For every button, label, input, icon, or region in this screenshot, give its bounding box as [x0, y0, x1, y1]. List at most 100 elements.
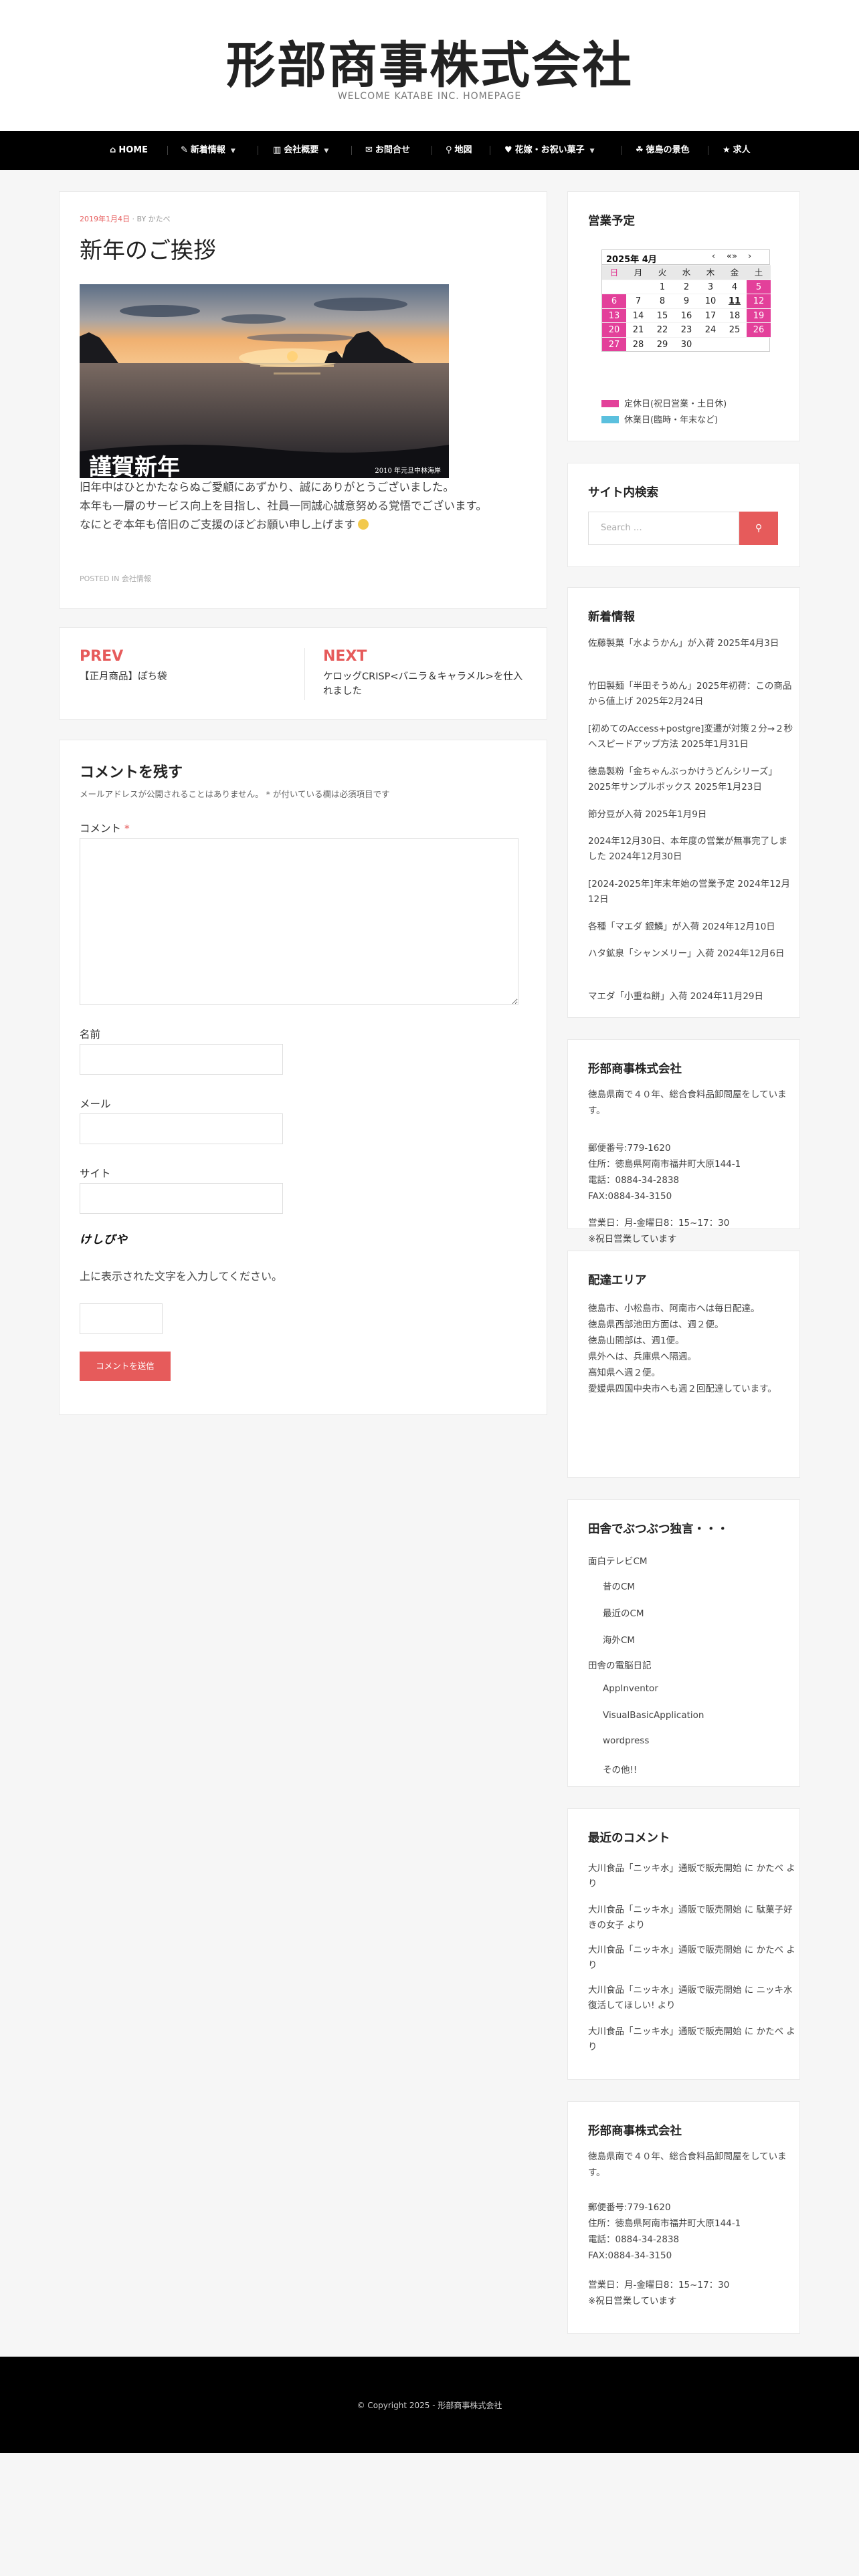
news-item[interactable]: 節分豆が入荷 2025年1月9日 — [588, 807, 795, 823]
category-link-other[interactable]: その他!! — [603, 1762, 637, 1776]
post-paragraph: 旧年中はひとかたならぬご愛顧にあずかり、誠にありがとうございました。 — [80, 481, 454, 494]
comment-textarea[interactable] — [80, 838, 518, 1005]
company-holiday-note: ※祝日営業しています — [588, 2296, 677, 2306]
map-marker-icon: ⚲ — [446, 145, 452, 155]
calendar-next-button[interactable]: › — [748, 251, 751, 261]
calendar-day: 6 — [602, 294, 626, 308]
news-item[interactable]: ハタ鉱泉「シャンメリー」入荷 2024年12月6日 — [588, 946, 795, 962]
calendar-empty-cell — [723, 336, 747, 352]
image-caption-location: 2010 年元旦中林海岸 — [375, 467, 441, 475]
recent-comment-item[interactable]: 大川食品「ニッキ水」通販で販売開始 に かたべ より — [588, 1861, 795, 1892]
calendar-prev-button[interactable]: ‹ — [712, 251, 715, 261]
news-item[interactable]: 徳島製粉「金ちゃんぶっかけうどんシリーズ」2025年サンプルボックス 2025年… — [588, 764, 795, 795]
email-input[interactable] — [80, 1113, 283, 1144]
prev-post-title[interactable]: 【正月商品】ぽち袋 — [80, 669, 280, 684]
calendar-day: 19 — [747, 308, 771, 322]
post-paragraph-text: なにとぞ本年も倍旧のご支援のほどお願い申し上げます — [80, 518, 356, 531]
calendar-grid: 日月火水木金土 1 2 3 4 5 6 7 8 9 10 11 12 13 14 15 16 17 18 19 20 21… — [602, 265, 771, 352]
nav-item-company[interactable]: ▥ 会社概要 ▼ — [273, 131, 328, 170]
nav-item-jobs[interactable]: ★ 求人 — [723, 131, 751, 170]
star-icon: ★ — [723, 145, 731, 155]
news-item[interactable]: マエダ「小重ね餅」入荷 2024年11月29日 — [588, 989, 795, 1004]
news-item[interactable]: [2024-2025年]年末年始の営業予定 2024年12月12日 — [588, 877, 795, 907]
recent-comment-item[interactable]: 大川食品「ニッキ水」通販で販売開始 に 駄菓子好きの女子 より — [588, 1903, 795, 1933]
news-item[interactable]: 2024年12月30日、本年度の営業が無事完了しました 2024年12月30日 — [588, 834, 795, 865]
calendar-day: 18 — [723, 308, 747, 323]
captcha-input[interactable] — [80, 1303, 163, 1334]
edit-icon: ✉ — [365, 145, 373, 155]
site-input[interactable] — [80, 1183, 283, 1214]
prev-post-link[interactable]: PREV — [80, 648, 123, 665]
company-intro: 徳島県南で４０年、総合食料品卸問屋をしています。 — [588, 1089, 787, 1116]
search-input[interactable]: Search … — [588, 512, 739, 545]
nav-item-home[interactable]: ⌂ HOME — [110, 131, 148, 170]
company-holiday-note: ※祝日営業しています — [588, 1234, 677, 1245]
delivery-line: 徳島山間部は、週1便。 — [588, 1335, 684, 1346]
post-date[interactable]: 2019年1月4日 — [80, 215, 130, 223]
business-calendar: 2025年 4月 ‹ «» › 日月火水木金土 1 2 3 4 5 6 7 8 9 10 11 12 13… — [601, 249, 771, 352]
calendar-empty-cell — [747, 336, 771, 352]
category-link-diary[interactable]: 田舎の電脳日記 — [588, 1658, 652, 1671]
widget-title: サイト内検索 — [588, 486, 658, 500]
nav-item-news[interactable]: ✎ 新着情報 ▼ — [181, 131, 235, 170]
category-link-vba[interactable]: VisualBasicApplication — [603, 1710, 704, 1721]
calendar-weekday: 水 — [674, 265, 698, 280]
calendar-weekday: 金 — [723, 265, 747, 280]
category-link-tv-cm[interactable]: 面白テレビCM — [588, 1553, 648, 1567]
news-item[interactable]: 竹田製麺「半田そうめん」2025年初荷：この商品から値上げ 2025年2月24日 — [588, 679, 795, 710]
nav-item-sweets[interactable]: ♥ 花嫁・お祝い菓子 ▼ — [504, 131, 595, 170]
calendar-day: 8 — [650, 294, 674, 308]
chevron-down-icon: ▼ — [324, 148, 329, 154]
calendar-weekday: 月 — [626, 265, 650, 280]
post-image: 謹賀新年 2010 年元旦中林海岸 — [80, 284, 449, 478]
calendar-day: 15 — [650, 308, 674, 323]
next-post-title[interactable]: ケロッグCRISP<バニラ＆キャラメル>を仕入れました — [323, 669, 524, 699]
next-post-link[interactable]: NEXT — [323, 648, 367, 665]
nav-separator — [167, 146, 168, 155]
name-input[interactable] — [80, 1044, 283, 1075]
required-mark: * — [124, 823, 130, 835]
widget-title: 田舎でぶつぶつ独言・・・ — [588, 1523, 729, 1536]
recent-comment-item[interactable]: 大川食品「ニッキ水」通販で販売開始 に かたべ より — [588, 1943, 795, 1973]
site-title[interactable]: 形部商事株式会社 — [0, 25, 859, 97]
calendar-empty-cell — [626, 279, 650, 294]
megaphone-icon: ✎ — [181, 145, 188, 155]
news-item[interactable]: 佐藤製菓「水ようかん」が入荷 2025年4月3日 — [588, 636, 795, 651]
comment-form-title: コメントを残す — [80, 764, 183, 781]
calendar-day: 3 — [698, 279, 723, 294]
nav-separator — [621, 146, 622, 155]
news-item[interactable]: [初めてのAccess+postgre]変遷が対策２分→２秒へスピードアップ方法… — [588, 722, 795, 752]
blog-categories-widget: 田舎でぶつぶつ独言・・・ 面白テレビCM 昔のCM 最近のCM 海外CM 田舎の… — [567, 1499, 800, 1787]
category-link-recent-cm[interactable]: 最近のCM — [603, 1606, 644, 1619]
post-article: 2019年1月4日 · BY かたべ 新年のご挨拶 謹賀新年 2010 年元旦中… — [59, 191, 547, 609]
category-link-wordpress[interactable]: wordpress — [603, 1735, 649, 1746]
calendar-day: 28 — [626, 336, 650, 352]
calendar-weekday: 土 — [747, 265, 771, 280]
comment-label-text: コメント — [80, 823, 122, 835]
company-info-widget-2: 形部商事株式会社 徳島県南で４０年、総合食料品卸問屋をしています。 郵便番号:7… — [567, 2101, 800, 2334]
post-author[interactable]: かたべ — [149, 215, 171, 223]
calendar-day: 13 — [602, 308, 626, 322]
news-item[interactable]: 各種「マエダ 銀鱗」が入荷 2024年12月10日 — [588, 920, 795, 935]
recent-comment-item[interactable]: 大川食品「ニッキ水」通販で販売開始 に かたべ より — [588, 2024, 795, 2055]
site-description: WELCOME KATABE INC. HOMEPAGE — [337, 91, 522, 102]
category-link-overseas-cm[interactable]: 海外CM — [603, 1632, 635, 1646]
image-caption-new-year: 謹賀新年 — [89, 454, 180, 478]
category-link-old-cm[interactable]: 昔のCM — [603, 1579, 635, 1592]
calendar-today-button[interactable]: «» — [727, 251, 737, 261]
company-postal: 郵便番号:779-1620 — [588, 1143, 671, 1154]
nav-item-scenery[interactable]: ☘ 徳島の景色 — [636, 131, 690, 170]
recent-comment-item[interactable]: 大川食品「ニッキ水」通販で販売開始 に ニッキ水復活してほしい! より — [588, 1983, 795, 2014]
search-button[interactable]: ⚲ — [739, 512, 778, 545]
legend-holiday-swatch — [601, 416, 619, 423]
nav-item-map[interactable]: ⚲ 地図 — [446, 131, 472, 170]
legend-holiday: 休業日(臨時・年末など) — [601, 413, 718, 425]
post-category-link[interactable]: 会社情報 — [122, 574, 151, 583]
search-icon: ⚲ — [755, 523, 763, 534]
calendar-day: 27 — [602, 336, 626, 351]
submit-comment-button[interactable]: コメントを送信 — [80, 1352, 171, 1381]
nav-item-contact[interactable]: ✉ お問合せ — [365, 131, 410, 170]
nav-label: 徳島の景色 — [646, 145, 690, 155]
category-link-appinventor[interactable]: AppInventor — [603, 1683, 658, 1694]
company-hours: 営業日：月-金曜日8：15~17：30 — [588, 2280, 730, 2290]
